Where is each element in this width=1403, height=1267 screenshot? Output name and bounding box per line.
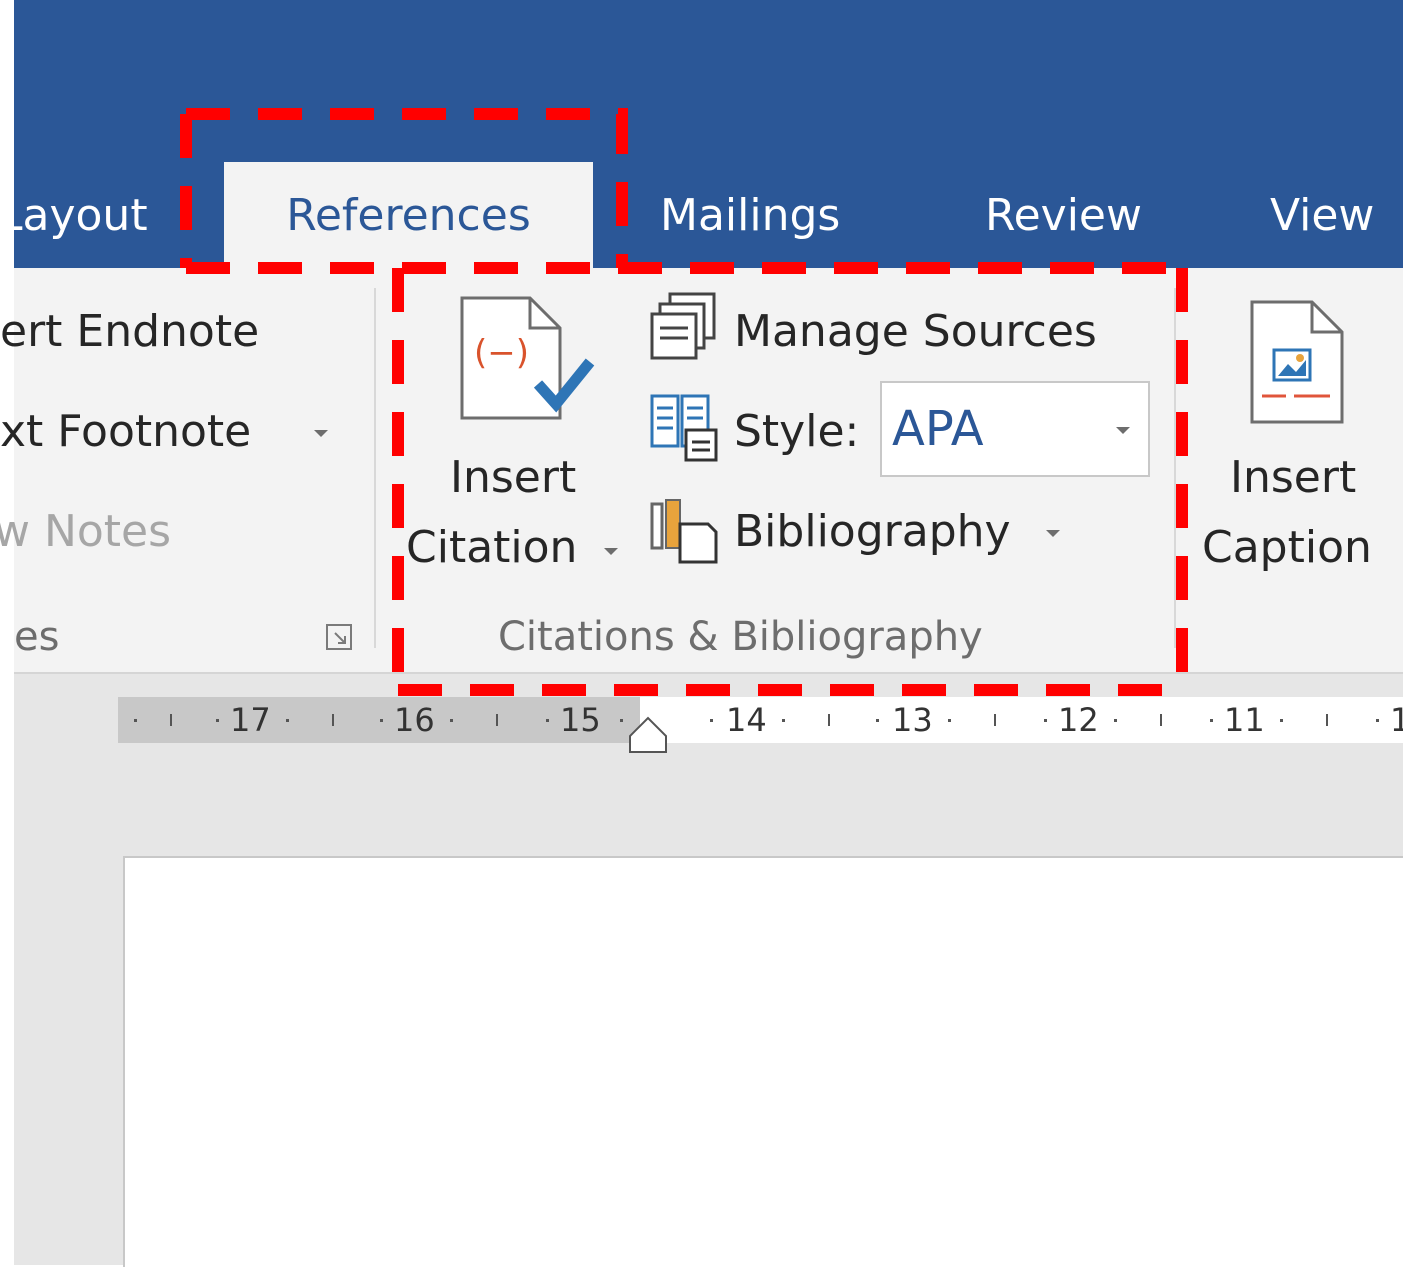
group-divider xyxy=(374,288,376,648)
next-footnote-dropdown-icon[interactable] xyxy=(314,430,328,437)
ruler-dot xyxy=(380,719,383,722)
insert-caption-label-line1[interactable]: Insert xyxy=(1230,452,1356,503)
style-dropdown-icon[interactable] xyxy=(1116,427,1130,434)
citations-group-label: Citations & Bibliography xyxy=(498,614,983,660)
dialog-launcher-icon[interactable] xyxy=(326,624,352,650)
insert-endnote-button[interactable]: ert Endnote xyxy=(0,306,259,357)
bibliography-icon[interactable] xyxy=(650,494,720,564)
ruler-tick xyxy=(1160,714,1162,726)
ruler-dot xyxy=(1044,719,1047,722)
ruler-tick xyxy=(1326,714,1328,726)
svg-text:(−): (−) xyxy=(474,333,529,373)
ruler-number: 15 xyxy=(560,701,601,739)
ruler-dot xyxy=(134,719,137,722)
tab-mailings[interactable]: Mailings xyxy=(660,162,840,268)
ruler-dot xyxy=(948,719,951,722)
ruler-dot xyxy=(1280,719,1283,722)
ruler-dot xyxy=(286,719,289,722)
group-divider xyxy=(1174,288,1176,648)
document-page[interactable] xyxy=(123,856,1403,1267)
style-dropdown[interactable]: APA xyxy=(880,381,1150,477)
show-notes-button: w Notes xyxy=(0,506,172,557)
insert-citation-label-line2[interactable]: Citation xyxy=(406,522,577,573)
ruler-number: 14 xyxy=(726,701,767,739)
ruler-dot xyxy=(1114,719,1117,722)
next-footnote-button[interactable]: xt Footnote xyxy=(0,406,251,457)
horizontal-ruler[interactable]: 17 16 15 14 13 12 11 1 xyxy=(118,697,1403,743)
ruler-number: 11 xyxy=(1224,701,1265,739)
ruler-tick xyxy=(170,714,172,726)
insert-caption-label-line2[interactable]: Caption xyxy=(1202,522,1372,573)
ruler-dot xyxy=(450,719,453,722)
bibliography-dropdown-icon[interactable] xyxy=(1046,530,1060,537)
ruler-number: 1 xyxy=(1390,701,1403,739)
bibliography-button[interactable]: Bibliography xyxy=(734,506,1011,557)
style-icon xyxy=(650,392,720,462)
tab-view[interactable]: View xyxy=(1270,162,1374,268)
ruler-tick xyxy=(828,714,830,726)
ruler-dot xyxy=(546,719,549,722)
ruler-dot xyxy=(1210,719,1213,722)
footnotes-group-label: es xyxy=(14,614,60,660)
ruler-dot xyxy=(782,719,785,722)
tab-references[interactable]: References xyxy=(224,162,593,268)
insert-citation-label-line1[interactable]: Insert xyxy=(450,452,576,503)
style-value: APA xyxy=(892,401,984,457)
ruler-number: 16 xyxy=(394,701,435,739)
indent-marker-icon[interactable] xyxy=(628,716,668,754)
insert-citation-icon[interactable]: (−) xyxy=(460,296,600,436)
ruler-number: 13 xyxy=(892,701,933,739)
ruler-tick xyxy=(332,714,334,726)
tab-layout[interactable]: Layout xyxy=(14,162,174,268)
ruler-dot xyxy=(1376,719,1379,722)
manage-sources-icon[interactable] xyxy=(650,292,720,362)
ribbon: ert Endnote xt Footnote w Notes es (−) I… xyxy=(0,268,1403,674)
style-label: Style: xyxy=(734,406,860,457)
ruler-number: 12 xyxy=(1058,701,1099,739)
ruler-dot xyxy=(216,719,219,722)
ruler-dot xyxy=(876,719,879,722)
manage-sources-button[interactable]: Manage Sources xyxy=(734,306,1097,357)
ruler-number: 17 xyxy=(230,701,271,739)
tab-review[interactable]: Review xyxy=(985,162,1142,268)
ruler-dot xyxy=(710,719,713,722)
ruler-tick xyxy=(496,714,498,726)
insert-caption-icon[interactable] xyxy=(1250,300,1346,426)
ruler-dot xyxy=(620,719,623,722)
ruler-tick xyxy=(994,714,996,726)
insert-citation-dropdown-icon[interactable] xyxy=(604,548,618,555)
